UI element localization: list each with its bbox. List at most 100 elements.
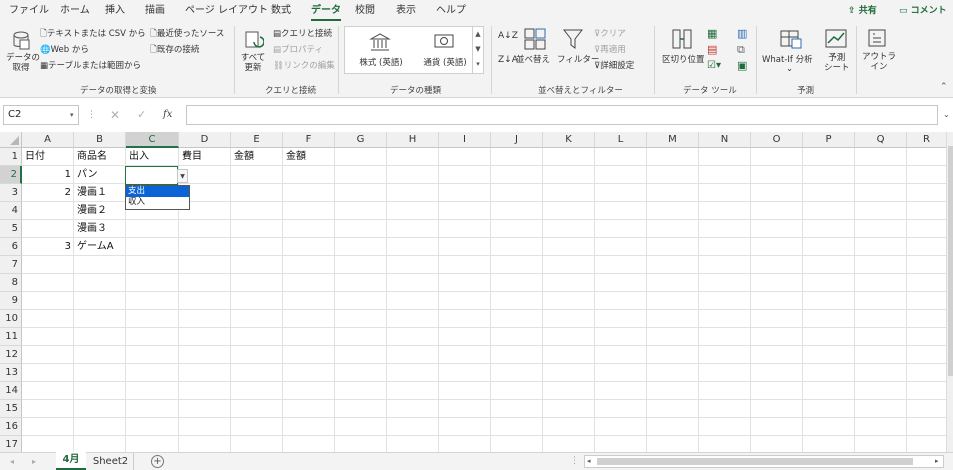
row-header-11[interactable]: 11 xyxy=(0,328,22,346)
scroll-left-icon[interactable]: ◂ xyxy=(10,453,14,470)
scroll-right-icon[interactable]: ▸ xyxy=(32,453,36,470)
column-header-i[interactable]: I xyxy=(439,132,491,148)
row-header-10[interactable]: 10 xyxy=(0,310,22,328)
refresh-all-button[interactable]: すべて 更新 xyxy=(238,28,268,78)
data-validation-button[interactable]: ☑▾ xyxy=(707,58,721,73)
row-header-2[interactable]: 2 xyxy=(0,166,22,184)
scroll-right-icon[interactable]: ▸ xyxy=(935,456,939,467)
row-header-6[interactable]: 6 xyxy=(0,238,22,256)
remove-duplicates-button[interactable]: ▤ xyxy=(707,42,717,57)
expand-formula-bar-icon[interactable]: ⌄ xyxy=(943,105,950,125)
tab-home[interactable]: ホーム xyxy=(60,0,90,22)
cell-b5[interactable]: 漫画３ xyxy=(74,220,126,238)
column-header-l[interactable]: L xyxy=(595,132,647,148)
name-box[interactable]: C2 ▾ xyxy=(3,105,79,125)
cell-d1[interactable]: 費目 xyxy=(179,148,231,166)
advanced-filter-button[interactable]: ⊽詳細設定 xyxy=(594,59,634,71)
cell-b6[interactable]: ゲームA xyxy=(74,238,126,256)
cell-b2[interactable]: パン xyxy=(74,166,126,184)
column-header-o[interactable]: O xyxy=(751,132,803,148)
consolidate-button[interactable]: ▥ xyxy=(737,26,747,41)
vertical-scroll-thumb[interactable] xyxy=(948,146,953,376)
filter-button[interactable]: フィルター xyxy=(557,28,599,76)
from-text-csv-button[interactable]: 🗋テキストまたは CSV から xyxy=(40,27,146,42)
row-header-1[interactable]: 1 xyxy=(0,148,22,166)
clear-filter-button[interactable]: ⊽クリア xyxy=(594,27,626,39)
column-header-e[interactable]: E xyxy=(231,132,283,148)
column-header-n[interactable]: N xyxy=(699,132,751,148)
validation-list[interactable]: 支出 収入 xyxy=(125,185,190,210)
from-web-button[interactable]: 🌐Web から xyxy=(40,43,89,55)
tab-insert[interactable]: 挿入 xyxy=(105,0,125,22)
column-header-q[interactable]: Q xyxy=(855,132,907,148)
row-header-16[interactable]: 16 xyxy=(0,418,22,436)
cancel-icon[interactable]: ✕ xyxy=(110,105,120,125)
row-header-13[interactable]: 13 xyxy=(0,364,22,382)
cell-f1[interactable]: 金額 xyxy=(283,148,335,166)
row-header-14[interactable]: 14 xyxy=(0,382,22,400)
tab-data[interactable]: データ xyxy=(311,0,341,21)
column-header-b[interactable]: B xyxy=(74,132,126,148)
edit-links-button[interactable]: ⛓リンクの編集 xyxy=(273,59,335,71)
row-header-4[interactable]: 4 xyxy=(0,202,22,220)
column-header-m[interactable]: M xyxy=(647,132,699,148)
row-header-17[interactable]: 17 xyxy=(0,436,22,452)
column-header-c[interactable]: C xyxy=(126,132,179,148)
relationships-button[interactable]: ⧉ xyxy=(737,42,745,57)
cell-a6[interactable]: 3 xyxy=(22,238,74,256)
cell-a2[interactable]: 1 xyxy=(22,166,74,184)
cell-c1[interactable]: 出入 xyxy=(126,148,179,166)
tab-split-grip-icon[interactable]: ⋮ xyxy=(570,453,579,470)
row-header-3[interactable]: 3 xyxy=(0,184,22,202)
data-types-gallery[interactable]: 株式 (英語) 通貨 (英語) xyxy=(344,26,484,74)
tab-formulas[interactable]: 数式 xyxy=(271,0,291,22)
cell-e1[interactable]: 金額 xyxy=(231,148,283,166)
worksheet-grid[interactable]: ABCDEFGHIJKLMNOPQR 1 2 3 4 5 6 7 8 9 10 11 12 13 14 15… xyxy=(0,132,953,452)
enter-icon[interactable]: ✓ xyxy=(137,105,146,125)
cell-b1[interactable]: 商品名 xyxy=(74,148,126,166)
sheet-tab-april[interactable]: 4月 xyxy=(56,452,86,470)
row-header-12[interactable]: 12 xyxy=(0,346,22,364)
from-table-button[interactable]: ▦テーブルまたは範囲から xyxy=(40,59,141,71)
column-header-p[interactable]: P xyxy=(803,132,855,148)
insert-function-icon[interactable]: fx xyxy=(163,105,172,125)
sort-button[interactable]: 並べ替え xyxy=(516,28,552,76)
flash-fill-button[interactable]: ▦ xyxy=(707,26,717,41)
sort-descending-button[interactable]: Z↓A xyxy=(498,54,518,66)
cell-a1[interactable]: 日付 xyxy=(22,148,74,166)
column-header-d[interactable]: D xyxy=(179,132,231,148)
get-data-button[interactable]: データの 取得 xyxy=(6,28,40,78)
comment-button[interactable]: ▭ コメント xyxy=(895,4,951,19)
sort-ascending-button[interactable]: A↓Z xyxy=(498,30,518,42)
text-to-columns-button[interactable]: 区切り位置 xyxy=(660,28,705,76)
queries-connections-button[interactable]: ▤クエリと接続 xyxy=(273,27,332,39)
row-header-15[interactable]: 15 xyxy=(0,400,22,418)
forecast-sheet-button[interactable]: 予測 シート xyxy=(822,28,850,78)
tab-view[interactable]: 表示 xyxy=(396,0,416,22)
add-sheet-button[interactable]: + xyxy=(151,455,164,468)
share-button[interactable]: ⇪ 共有 xyxy=(843,4,882,19)
column-header-k[interactable]: K xyxy=(543,132,595,148)
reapply-filter-button[interactable]: ⊽再適用 xyxy=(594,43,626,55)
stocks-button[interactable]: 株式 (英語) xyxy=(351,30,411,70)
manage-data-model-button[interactable]: ▣ xyxy=(737,58,747,73)
collapse-ribbon-button[interactable]: ⌃ xyxy=(940,82,948,92)
column-header-a[interactable]: A xyxy=(22,132,74,148)
column-header-j[interactable]: J xyxy=(491,132,543,148)
horizontal-scrollbar[interactable]: ◂ ▸ xyxy=(584,455,944,468)
properties-button[interactable]: ▤プロパティ xyxy=(273,43,323,55)
currencies-button[interactable]: 通貨 (英語) xyxy=(415,30,475,70)
what-if-analysis-button[interactable]: What-If 分析 ⌄ xyxy=(762,28,820,76)
tab-review[interactable]: 校閲 xyxy=(355,0,375,22)
column-header-f[interactable]: F xyxy=(283,132,335,148)
formula-input[interactable] xyxy=(186,105,938,125)
existing-connections-button[interactable]: 🗋既存の接続 xyxy=(150,43,199,58)
row-header-5[interactable]: 5 xyxy=(0,220,22,238)
recent-sources-button[interactable]: 🗋最近使ったソース xyxy=(150,27,224,42)
cell-b4[interactable]: 漫画２ xyxy=(74,202,126,220)
data-validation-dropdown-button[interactable]: ▼ xyxy=(177,169,188,183)
sheet-tab-sheet2[interactable]: Sheet2 xyxy=(88,453,134,470)
horizontal-scroll-thumb[interactable] xyxy=(597,458,913,465)
cell-b3[interactable]: 漫画１ xyxy=(74,184,126,202)
row-header-8[interactable]: 8 xyxy=(0,274,22,292)
